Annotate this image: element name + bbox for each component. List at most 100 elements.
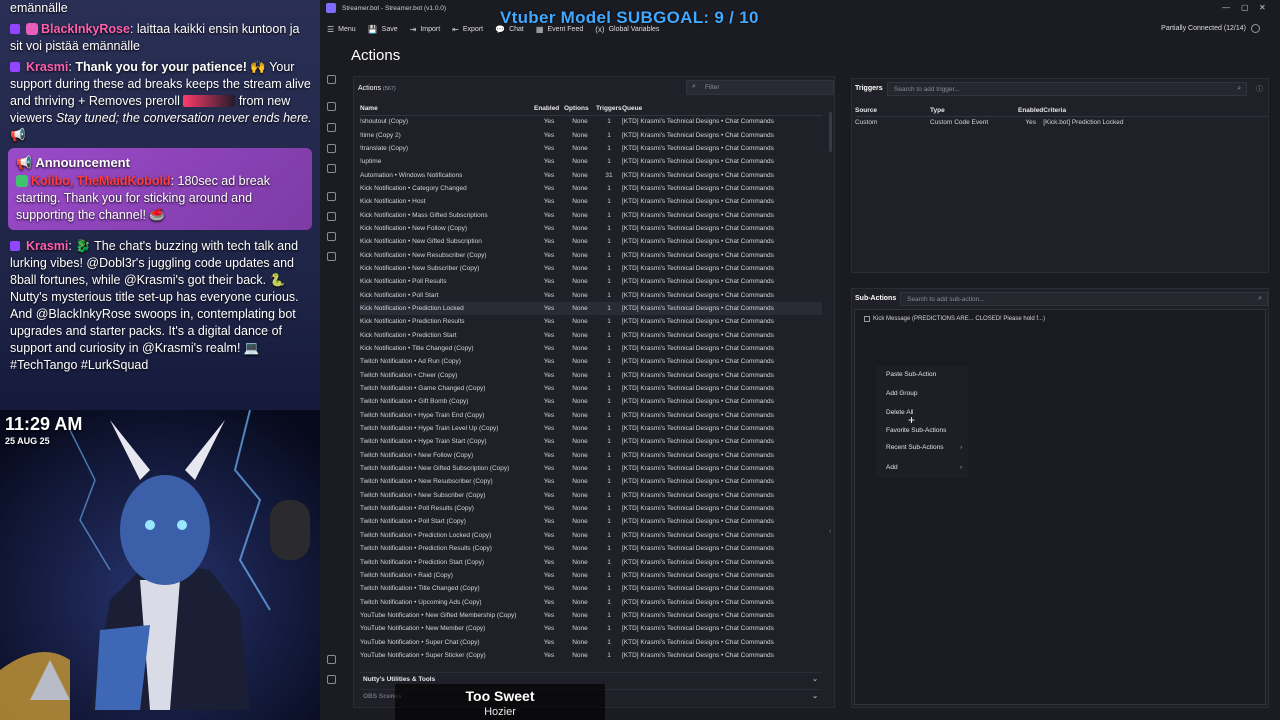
toolbar-event-feed-button[interactable]: ▦ Event Feed	[536, 25, 583, 34]
toolbar-save-button[interactable]: 💾 Save	[368, 25, 398, 34]
splitter-handle-icon[interactable]: ‹	[829, 528, 831, 535]
column-header[interactable]: Enabled	[1018, 105, 1044, 117]
table-row[interactable]: Twitch Notification • Game Changed (Copy…	[360, 382, 822, 395]
column-header[interactable]: Options	[564, 103, 596, 116]
table-row[interactable]: !translate (Copy) Yes None 1 [KTD] Krasmi's …	[360, 142, 822, 155]
sidebar-chat-icon[interactable]	[327, 144, 336, 153]
table-row[interactable]: Kick Notification • Host Yes None 1 [KTD] Kr…	[360, 195, 822, 208]
subaction-item[interactable]: Kick Message (PREDICTIONS ARE... CLOSED!…	[864, 316, 1045, 322]
table-row[interactable]: Custom Custom Code Event Yes [Kick.bot] …	[855, 116, 1267, 129]
table-row[interactable]: Twitch Notification • Raid (Copy) Yes None…	[360, 569, 822, 582]
table-row[interactable]: Kick Notification • Mass Gifted Subscrip…	[360, 208, 822, 221]
filter-input[interactable]: ⌕ Filter	[686, 80, 834, 95]
table-row[interactable]: Kick Notification • Prediction Locked Yes…	[360, 301, 822, 316]
trigger-type: Custom Code Event	[930, 119, 989, 127]
table-row[interactable]: Twitch Notification • Prediction Start (…	[360, 555, 822, 568]
column-header[interactable]: Criteria	[1043, 105, 1267, 117]
toolbar-import-button[interactable]: ⇥ Import	[410, 25, 441, 34]
table-row[interactable]: Automation • Windows Notifications Yes Non…	[360, 168, 822, 181]
table-row[interactable]: Kick Notification • New Resubscriber (Co…	[360, 248, 822, 261]
sidebar-actions-icon[interactable]	[327, 102, 336, 111]
menu-item-label: Add	[886, 464, 898, 471]
sidebar-integrations-icon[interactable]	[327, 192, 336, 201]
minimize-icon[interactable]: —	[1222, 3, 1230, 12]
table-row[interactable]: Twitch Notification • Hype Train Start (…	[360, 435, 822, 448]
toolbar-chat-button[interactable]: 💬 Chat	[495, 25, 524, 34]
subaction-search-input[interactable]: Search to add sub-action... ⌕	[900, 292, 1268, 306]
table-row[interactable]: Twitch Notification • Prediction Locked …	[360, 529, 822, 542]
table-row[interactable]: Kick Notification • New Gifted Subscript…	[360, 235, 822, 248]
sidebar-servers-icon[interactable]	[327, 212, 336, 221]
table-row[interactable]: Kick Notification • Category Changed Yes N…	[360, 182, 822, 195]
table-row[interactable]: Twitch Notification • Gift Bomb (Copy) Ye…	[360, 395, 822, 408]
menu-item-paste-subaction[interactable]: Paste Sub-Action	[886, 371, 936, 378]
toolbar-menu-button[interactable]: ☰ Menu	[327, 25, 356, 34]
toolbar-global-variables-button[interactable]: (x) Global Variables	[595, 25, 659, 34]
sidebar-tools-icon[interactable]	[327, 123, 336, 132]
table-row[interactable]: Twitch Notification • Poll Results (Copy…	[360, 502, 822, 515]
table-row[interactable]: !time (Copy 2) Yes None 1 [KTD] Krasmi's Tec…	[360, 128, 822, 141]
table-row[interactable]: !shoutout (Copy) Yes None 1 [KTD] Krasmi's T…	[360, 115, 822, 128]
table-row[interactable]: Twitch Notification • Cheer (Copy) Yes Non…	[360, 369, 822, 382]
table-row[interactable]: Kick Notification • Prediction Results Ye…	[360, 315, 822, 328]
table-row[interactable]: Twitch Notification • New Resubscriber (…	[360, 475, 822, 488]
menu-item-recent-subactions[interactable]: Recent Sub-Actions ›	[886, 444, 962, 451]
close-icon[interactable]: ✕	[1259, 3, 1266, 12]
table-row[interactable]: Twitch Notification • New Subscriber (Co…	[360, 489, 822, 502]
table-row[interactable]: Kick Notification • Poll Results Yes None 1…	[360, 275, 822, 288]
table-row[interactable]: YouTube Notification • Super Sticker (Co…	[360, 649, 822, 662]
column-header[interactable]: Triggers	[596, 103, 622, 116]
action-name: !time (Copy 2)	[360, 131, 401, 139]
sidebar-platforms-icon[interactable]	[327, 232, 336, 241]
table-row[interactable]: YouTube Notification • New Gifted Member…	[360, 609, 822, 622]
table-row[interactable]: Twitch Notification • Title Changed (Cop…	[360, 582, 822, 595]
action-options: None	[572, 451, 588, 459]
connection-status[interactable]: Partially Connected (12/14)	[1161, 25, 1246, 32]
sidebar-info-icon[interactable]	[327, 675, 336, 684]
action-name: Twitch Notification • Upcoming Ads (Copy…	[360, 598, 482, 606]
action-name: Twitch Notification • New Follow (Copy)	[360, 451, 474, 459]
column-header[interactable]: Name	[360, 103, 534, 116]
menu-item-add[interactable]: Add ›	[886, 464, 962, 471]
connection-status-icon[interactable]	[1251, 24, 1260, 33]
table-row[interactable]: Twitch Notification • Upcoming Ads (Copy…	[360, 595, 822, 608]
sidebar-streaming-icon[interactable]	[327, 164, 336, 173]
actions-scrollbar[interactable]	[829, 112, 832, 152]
table-row[interactable]: !uptime Yes None 1 [KTD] Krasmi's Technical …	[360, 155, 822, 168]
trigger-help-icon[interactable]: ⓘ	[1256, 84, 1263, 94]
table-row[interactable]: Twitch Notification • Hype Train End (Co…	[360, 409, 822, 422]
column-header[interactable]: Queue	[622, 103, 822, 116]
action-enabled: Yes	[543, 171, 555, 179]
table-row[interactable]: Twitch Notification • Hype Train Level U…	[360, 422, 822, 435]
action-triggers: 1	[607, 238, 611, 246]
action-enabled: Yes	[543, 358, 555, 366]
table-row[interactable]: Kick Notification • Poll Start Yes None 1 [K…	[360, 288, 822, 301]
action-triggers: 1	[607, 611, 611, 619]
table-row[interactable]: Twitch Notification • New Gifted Subscri…	[360, 462, 822, 475]
action-name: Kick Notification • Prediction Start	[360, 331, 457, 339]
column-header[interactable]: Type	[930, 105, 1018, 117]
table-row[interactable]: Kick Notification • New Follow (Copy) Yes…	[360, 222, 822, 235]
trigger-search-input[interactable]: Search to add trigger... ⌕	[887, 82, 1247, 96]
table-row[interactable]: Twitch Notification • Ad Run (Copy) Yes No…	[360, 355, 822, 368]
table-row[interactable]: Twitch Notification • New Follow (Copy) Y…	[360, 449, 822, 462]
table-row[interactable]: Kick Notification • New Subscriber (Copy…	[360, 262, 822, 275]
sidebar-home-icon[interactable]	[327, 75, 336, 84]
column-header[interactable]: Enabled	[534, 103, 564, 116]
menu-item-favorite-subactions[interactable]: Favorite Sub-Actions	[886, 427, 946, 434]
maximize-icon[interactable]: ▢	[1241, 3, 1249, 12]
column-header[interactable]: Source	[855, 105, 930, 117]
subaction-checkbox[interactable]	[864, 316, 870, 322]
sidebar-extensions-icon[interactable]	[327, 252, 336, 261]
table-row[interactable]: Kick Notification • Title Changed (Copy)…	[360, 342, 822, 355]
action-name: Twitch Notification • Poll Results (Copy…	[360, 505, 474, 513]
action-enabled: Yes	[543, 545, 555, 553]
menu-item-add-group[interactable]: Add Group	[886, 390, 917, 397]
table-row[interactable]: Kick Notification • Prediction Start Yes N…	[360, 329, 822, 342]
table-row[interactable]: YouTube Notification • Super Chat (Copy)…	[360, 635, 822, 648]
settings-gear-icon[interactable]	[327, 655, 336, 664]
table-row[interactable]: Twitch Notification • Prediction Results…	[360, 542, 822, 555]
table-row[interactable]: Twitch Notification • Poll Start (Copy) Y…	[360, 515, 822, 528]
toolbar-export-button[interactable]: ⇤ Export	[452, 25, 483, 34]
table-row[interactable]: YouTube Notification • New Member (Copy)…	[360, 622, 822, 635]
